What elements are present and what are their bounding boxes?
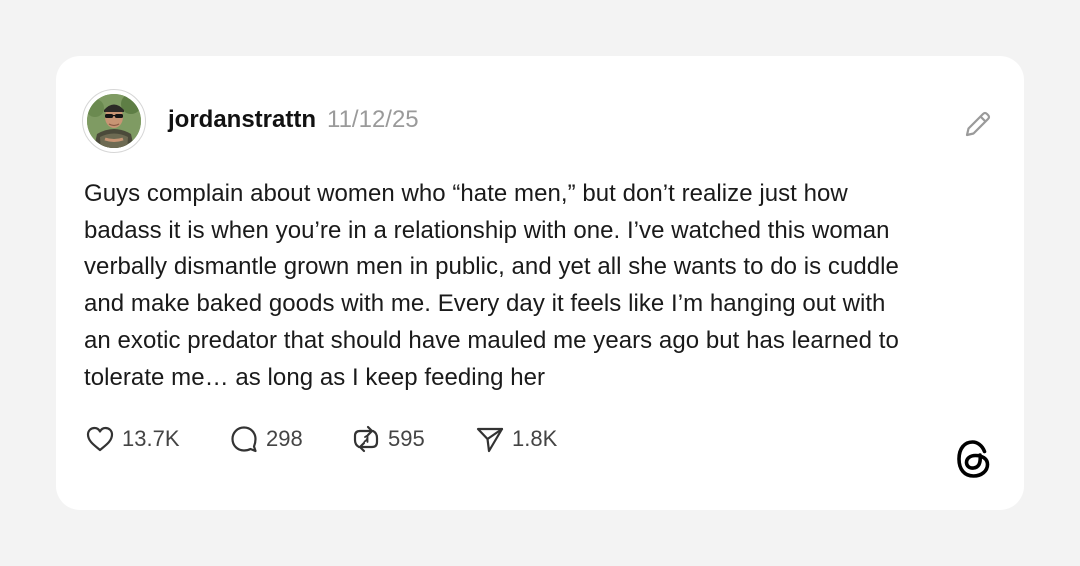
repost-count: 595: [388, 426, 425, 451]
action-bar: 13.7K 298 595 1.8K: [84, 423, 574, 455]
post-body-line: badass it is when you’re in a relationsh…: [84, 216, 890, 244]
post-date: 11/12/25: [327, 106, 419, 133]
post-body-line: verbally dismantle grown men in public, …: [84, 253, 899, 281]
post-body-line: an exotic predator that should have maul…: [84, 326, 899, 354]
reply-count: 298: [266, 426, 303, 451]
post-header: jordanstrattn 11/12/25: [168, 106, 419, 134]
reply-button[interactable]: 298: [228, 423, 350, 455]
send-icon: [476, 427, 504, 453]
post-body-line: Guys complain about women who “hate men,…: [84, 180, 848, 207]
avatar[interactable]: [82, 89, 146, 153]
username[interactable]: jordanstrattn: [168, 106, 316, 134]
post-body-line: and make baked goods with me. Every day …: [84, 290, 886, 318]
post-card: jordanstrattn 11/12/25 Guys complain abo…: [56, 56, 1024, 510]
share-button[interactable]: 1.8K: [474, 423, 574, 455]
like-count: 13.7K: [122, 426, 180, 451]
repost-icon: [353, 425, 379, 453]
post-body-line: tolerate me… as long as I keep feeding h…: [84, 363, 546, 391]
pencil-icon[interactable]: [962, 108, 994, 140]
speech-bubble-icon: [231, 426, 257, 453]
threads-logo: [957, 440, 990, 478]
avatar-image: [87, 94, 141, 148]
post-body: Guys complain about women who “hate men,…: [84, 176, 1004, 396]
repost-button[interactable]: 595: [350, 423, 474, 455]
share-count: 1.8K: [512, 426, 558, 451]
heart-icon: [86, 426, 114, 452]
like-button[interactable]: 13.7K: [84, 423, 228, 455]
